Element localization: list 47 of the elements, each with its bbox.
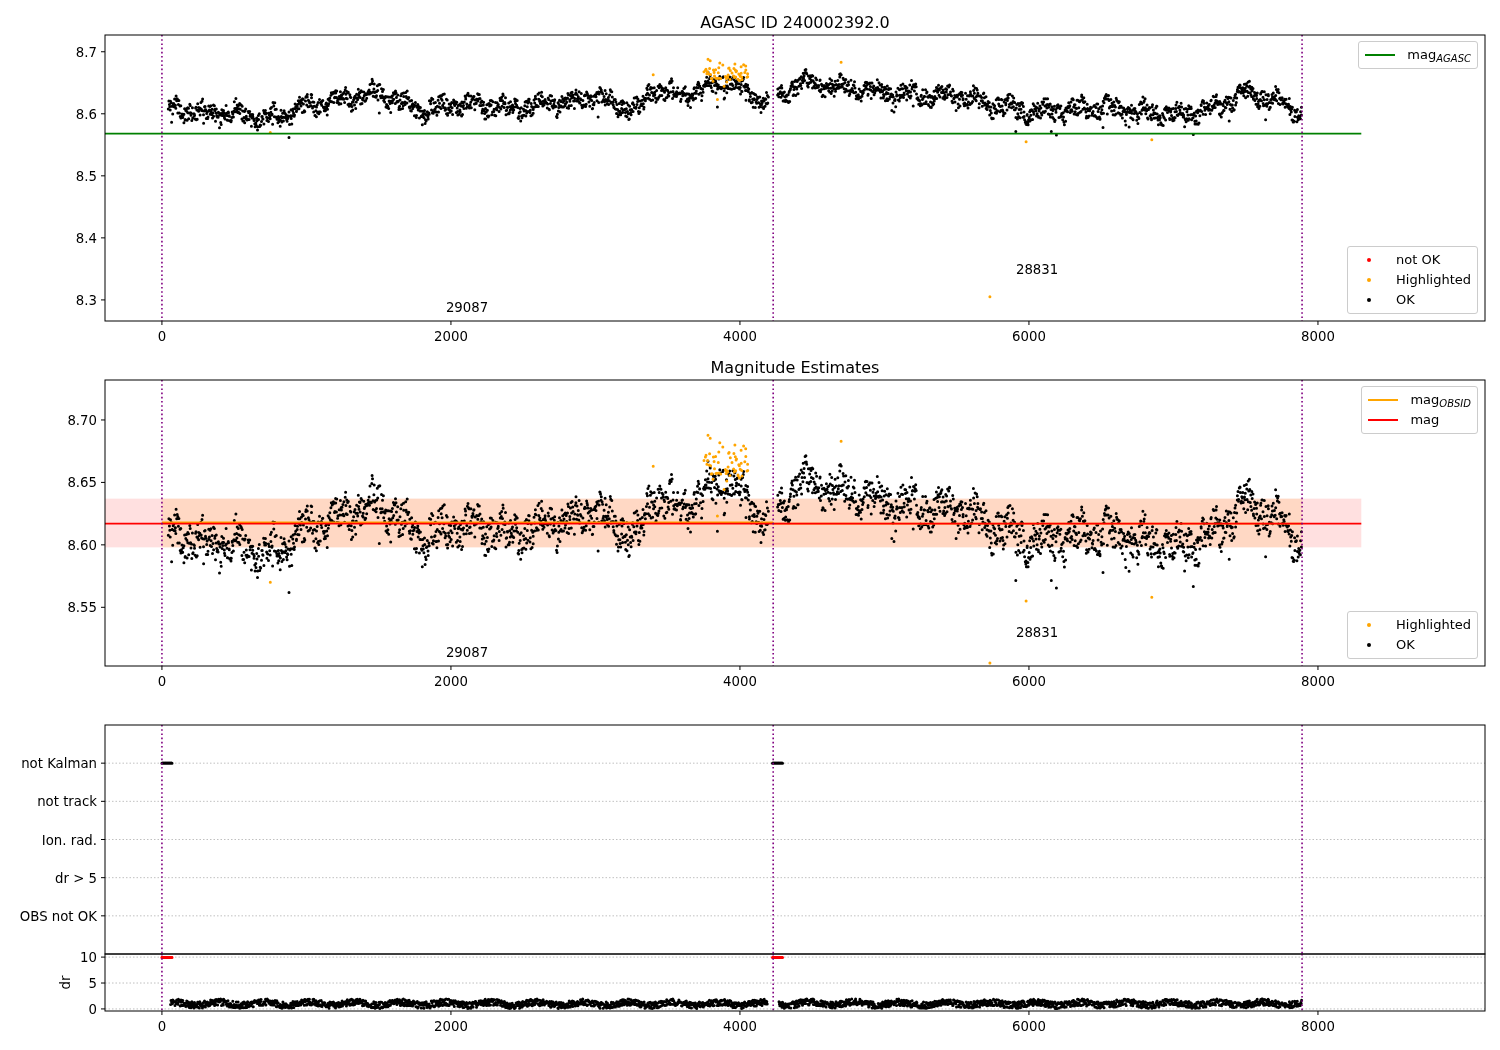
tick-label: Ion. rad. [41, 832, 97, 848]
annotation-label: 29087 [445, 300, 489, 316]
tick-label: 8000 [1301, 1019, 1335, 1034]
tick-label: 8.7 [75, 44, 97, 60]
tick-label: 8.4 [75, 230, 97, 246]
tick-label: 0 [157, 1019, 167, 1034]
tick-label: 5 [88, 976, 97, 991]
legend-label: not OK [1396, 251, 1441, 269]
tick-label: 8.70 [67, 412, 97, 428]
legend-label: mag [1410, 411, 1440, 429]
legend-label: mag$_{OBSID}$ [1410, 391, 1471, 410]
tick-label: not track [37, 794, 97, 810]
tick-label: 8.55 [67, 600, 97, 616]
tick-label: 4000 [723, 674, 757, 689]
tick-label: 6000 [1012, 329, 1046, 344]
chart-title: AGASC ID 240002392.0 [700, 13, 890, 32]
tick-label: 8.5 [75, 168, 97, 184]
legend-label: Highlighted [1396, 616, 1471, 634]
tick-label: 8.3 [75, 292, 97, 308]
tick-label: 8.6 [75, 106, 97, 122]
tick-label: 0 [157, 329, 167, 344]
legend-label: Highlighted [1396, 271, 1471, 289]
annotation-label: 29087 [445, 645, 489, 661]
legend-label: mag$_{AGASC}$ [1407, 46, 1471, 65]
tick-label: 8.65 [67, 475, 97, 491]
tick-label: 4000 [723, 329, 757, 344]
tick-label: dr > 5 [55, 870, 97, 886]
tick-label: 2000 [434, 674, 468, 689]
annotation-label: 28831 [1015, 261, 1059, 277]
annotation-label: 28831 [1015, 625, 1059, 641]
tick-label: 0 [157, 674, 167, 689]
tick-label: 2000 [434, 1019, 468, 1034]
tick-label: OBS not OK [19, 908, 97, 924]
tick-label: 2000 [434, 329, 468, 344]
legend-label: OK [1396, 291, 1415, 309]
tick-label: 4000 [723, 1019, 757, 1034]
tick-label: 8.60 [67, 537, 97, 553]
tick-label: 6000 [1012, 674, 1046, 689]
tick-label: 10 [80, 950, 97, 966]
legend-label: OK [1396, 636, 1415, 654]
tick-label: 0 [88, 1001, 97, 1017]
tick-label: not Kalman [21, 756, 97, 772]
tick-label: 8000 [1301, 329, 1335, 344]
tick-label: 8000 [1301, 674, 1335, 689]
chart-title: Magnitude Estimates [710, 358, 880, 377]
tick-label: 6000 [1012, 1019, 1046, 1034]
axis-title: dr [58, 975, 73, 990]
